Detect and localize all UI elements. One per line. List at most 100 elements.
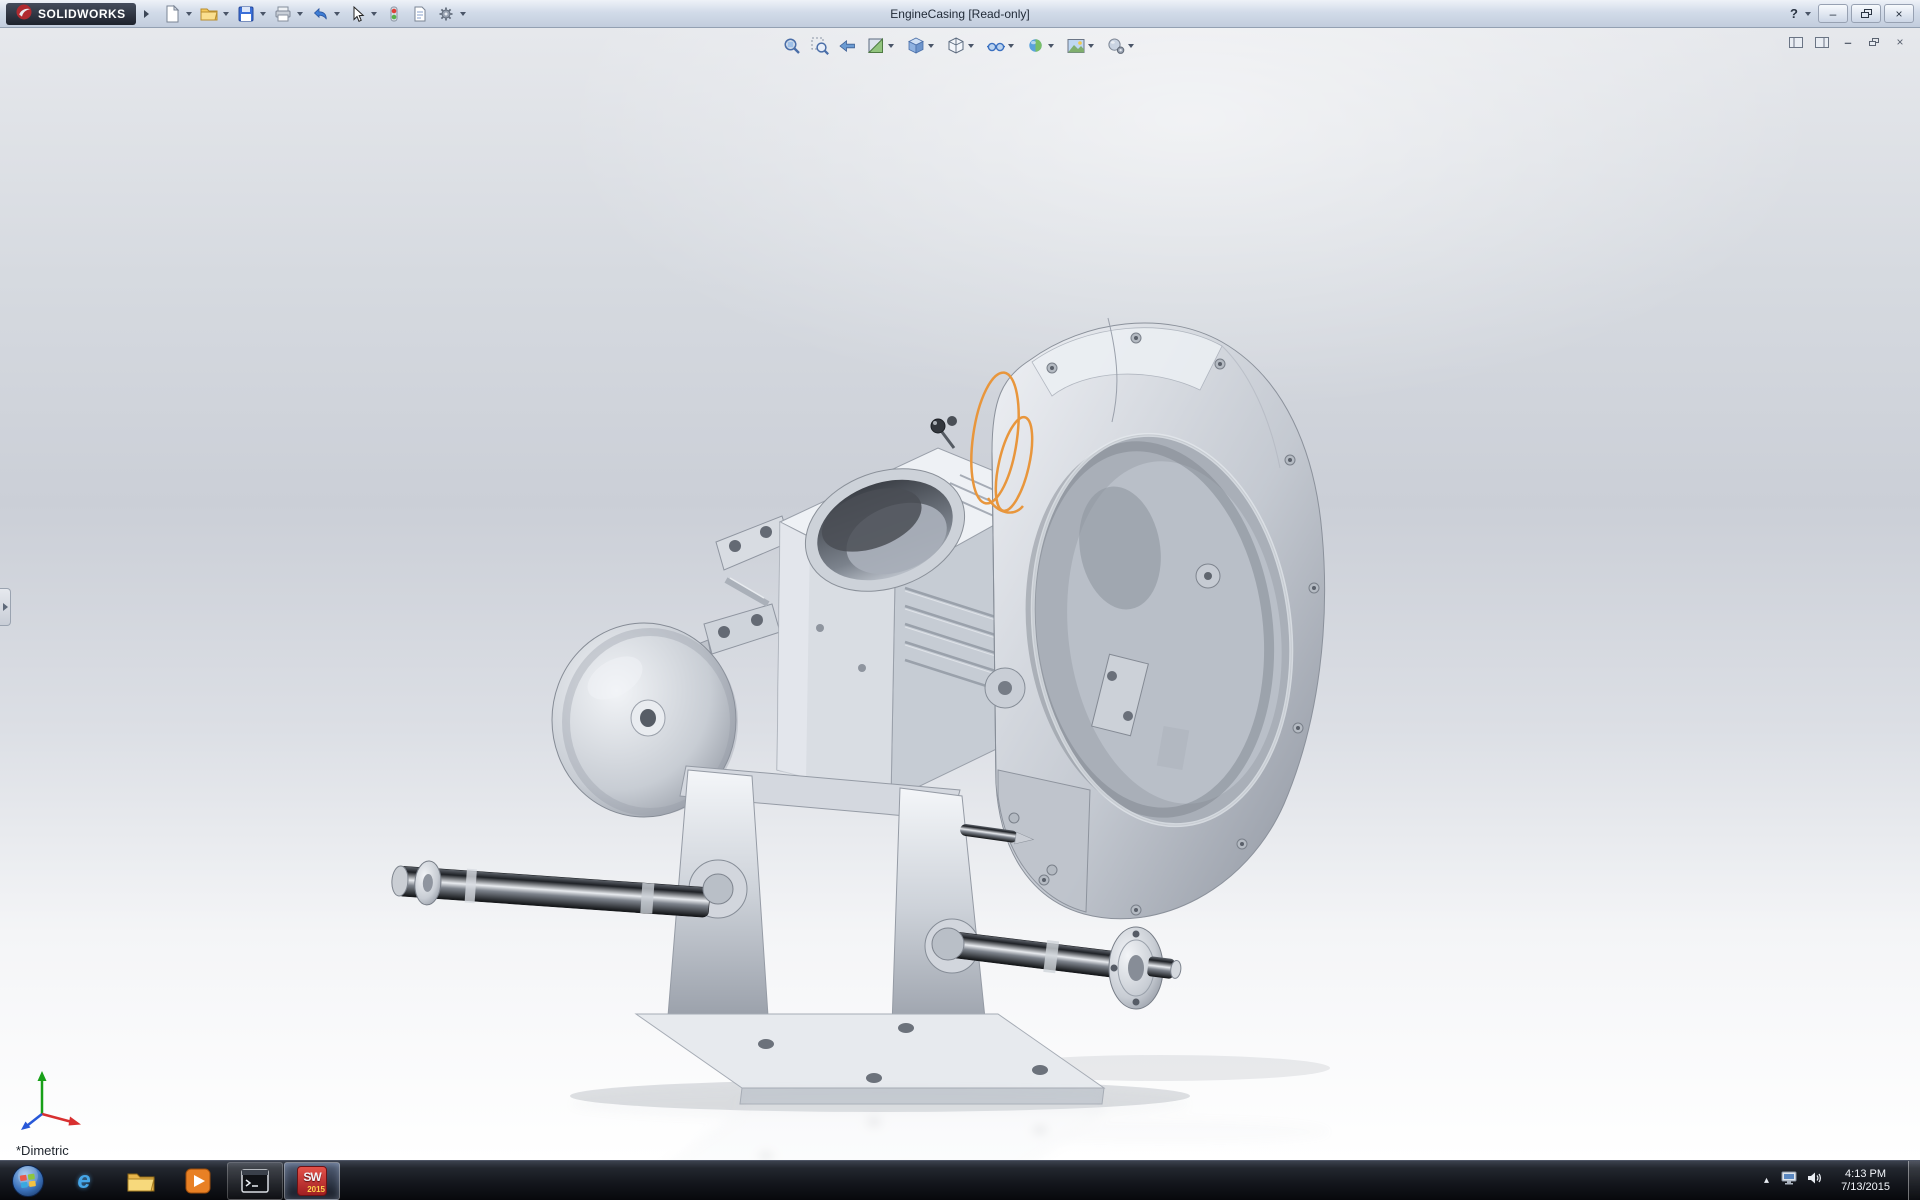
previous-view-icon	[838, 36, 858, 56]
document-minimize-button[interactable]: –	[1838, 34, 1858, 50]
display-style-icon	[946, 36, 966, 56]
show-hidden-icons-button[interactable]: ▴	[1762, 1175, 1771, 1186]
titlebar: SOLIDWORKS EngineCasing	[0, 0, 1920, 28]
mount-brackets[interactable]	[704, 516, 790, 654]
open-button[interactable]	[197, 2, 221, 26]
new-document-icon	[163, 5, 181, 23]
section-view-button[interactable]	[863, 34, 901, 58]
restore-button[interactable]	[1851, 4, 1881, 23]
left-shaft-boss	[703, 874, 733, 904]
document-restore-button[interactable]	[1864, 34, 1884, 50]
rebuild-button[interactable]	[382, 2, 406, 26]
options-button[interactable]	[434, 2, 458, 26]
taskbar-item-internet-explorer[interactable]: e	[56, 1162, 112, 1200]
minimize-button[interactable]: –	[1818, 4, 1848, 23]
document-window-controls: – ×	[1786, 34, 1910, 50]
show-desktop-button[interactable]	[1908, 1161, 1920, 1200]
print-dropdown-icon[interactable]	[297, 12, 303, 16]
zoom-to-fit-icon	[782, 36, 802, 56]
view-settings-icon	[1106, 36, 1126, 56]
help-dropdown-icon[interactable]	[1805, 12, 1811, 16]
view-settings-button[interactable]	[1103, 34, 1141, 58]
top-fitting[interactable]	[931, 416, 957, 448]
taskbar-item-media-player[interactable]	[170, 1162, 226, 1200]
previous-view-button[interactable]	[835, 34, 861, 58]
document-close-button[interactable]: ×	[1890, 34, 1910, 50]
graphics-area[interactable]: – ×	[0, 28, 1920, 1160]
view-settings-dropdown-icon[interactable]	[1128, 44, 1134, 48]
solidworks-taskbar-icon: SW 2015	[297, 1166, 327, 1196]
pane-left-icon	[1789, 37, 1803, 48]
section-view-dropdown-icon[interactable]	[888, 44, 894, 48]
floor-reflection	[390, 1088, 1330, 1160]
apply-scene-dropdown-icon[interactable]	[1088, 44, 1094, 48]
undo-dropdown-icon[interactable]	[334, 12, 340, 16]
pane-right-icon	[1815, 37, 1829, 48]
tray-monitor-icon[interactable]	[1781, 1171, 1797, 1190]
zoom-to-area-icon	[810, 36, 830, 56]
open-folder-icon	[200, 5, 218, 23]
reference-triad	[12, 1066, 90, 1136]
taskbar: e SW 2015	[0, 1160, 1920, 1200]
hide-show-items-dropdown-icon[interactable]	[1008, 44, 1014, 48]
pane-right-button[interactable]	[1812, 34, 1832, 50]
pane-left-button[interactable]	[1786, 34, 1806, 50]
tray-volume-icon[interactable]	[1807, 1171, 1823, 1190]
save-icon	[237, 5, 255, 23]
rebuild-icon	[385, 5, 403, 23]
folder-icon	[126, 1168, 156, 1194]
internet-explorer-icon: e	[77, 1169, 90, 1193]
command-prompt-icon	[241, 1169, 269, 1193]
file-properties-button[interactable]	[408, 2, 432, 26]
left-shaft[interactable]	[390, 858, 710, 924]
crankcase-housing[interactable]	[985, 318, 1325, 919]
undo-button[interactable]	[308, 2, 332, 26]
select-dropdown-icon[interactable]	[371, 12, 377, 16]
windows-start-orb-icon	[10, 1163, 46, 1199]
heads-up-view-toolbar	[779, 34, 1141, 58]
select-button[interactable]	[345, 2, 369, 26]
zoom-to-fit-button[interactable]	[779, 34, 805, 58]
section-view-icon	[866, 36, 886, 56]
menu-expand-icon[interactable]	[144, 10, 149, 18]
clock-time: 4:13 PM	[1841, 1168, 1890, 1181]
save-button[interactable]	[234, 2, 258, 26]
collapsed-panel-tab[interactable]	[0, 588, 11, 626]
view-orientation-label: *Dimetric	[16, 1143, 69, 1158]
solidworks-menu-button[interactable]: SOLIDWORKS	[6, 3, 136, 25]
close-button[interactable]: ×	[1884, 4, 1914, 23]
edit-appearance-dropdown-icon[interactable]	[1048, 44, 1054, 48]
new-document-button[interactable]	[160, 2, 184, 26]
undo-icon	[311, 5, 329, 23]
options-dropdown-icon[interactable]	[460, 12, 466, 16]
panel-expand-icon	[3, 603, 8, 611]
system-tray: ▴ 4:13 PM 7/13/2015	[1762, 1161, 1920, 1200]
view-orientation-dropdown-icon[interactable]	[928, 44, 934, 48]
hide-show-items-button[interactable]	[983, 34, 1021, 58]
print-button[interactable]	[271, 2, 295, 26]
document-restore-icon	[1869, 38, 1879, 46]
zoom-to-area-button[interactable]	[807, 34, 833, 58]
new-dropdown-icon[interactable]	[186, 12, 192, 16]
taskbar-item-command-prompt[interactable]	[227, 1162, 283, 1200]
engine-casing-model[interactable]	[0, 28, 1920, 1160]
apply-scene-button[interactable]	[1063, 34, 1101, 58]
solidworks-logo-icon	[16, 4, 32, 23]
save-dropdown-icon[interactable]	[260, 12, 266, 16]
help-button[interactable]: ?	[1787, 6, 1801, 21]
taskbar-clock[interactable]: 4:13 PM 7/13/2015	[1833, 1168, 1898, 1194]
start-button[interactable]	[0, 1161, 56, 1200]
taskbar-item-windows-explorer[interactable]	[113, 1162, 169, 1200]
view-orientation-button[interactable]	[903, 34, 941, 58]
open-dropdown-icon[interactable]	[223, 12, 229, 16]
edit-appearance-button[interactable]	[1023, 34, 1061, 58]
display-style-dropdown-icon[interactable]	[968, 44, 974, 48]
display-style-button[interactable]	[943, 34, 981, 58]
taskbar-item-solidworks[interactable]: SW 2015	[284, 1162, 340, 1200]
select-cursor-icon	[348, 5, 366, 23]
hide-show-items-icon	[986, 36, 1006, 56]
apply-scene-icon	[1066, 36, 1086, 56]
print-icon	[274, 5, 292, 23]
restore-icon	[1861, 9, 1872, 18]
brand-label: SOLIDWORKS	[38, 7, 126, 21]
